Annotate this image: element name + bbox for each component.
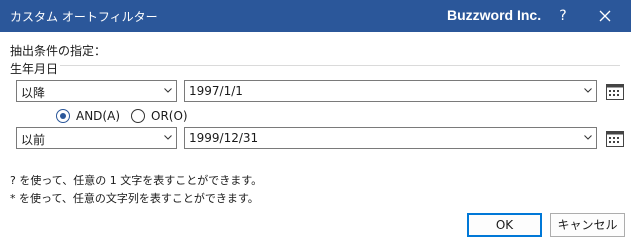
value1-text: 1997/1/1: [189, 84, 243, 98]
hint-multi-char: * を使って、任意の文字列を表すことができます。: [10, 192, 259, 205]
field-name-label: 生年月日: [10, 62, 59, 76]
close-button[interactable]: [590, 4, 620, 28]
chevron-down-icon: [164, 88, 172, 93]
or-radio[interactable]: [131, 109, 145, 123]
chevron-down-icon: [164, 135, 172, 140]
value2-combobox[interactable]: 1999/12/31: [184, 127, 597, 149]
value1-combobox[interactable]: 1997/1/1: [184, 80, 597, 102]
operator1-dropdown[interactable]: 以降: [16, 80, 177, 102]
or-label: OR(O): [151, 109, 188, 123]
criteria-heading: 抽出条件の指定：: [10, 44, 107, 58]
chevron-down-icon: [584, 135, 592, 140]
chevron-down-icon: [584, 88, 592, 93]
and-label: AND(A): [76, 109, 120, 123]
value2-text: 1999/12/31: [189, 131, 259, 145]
title-bar: カスタム オートフィルター Buzzword Inc. ?: [0, 0, 631, 32]
operator2-value: 以前: [21, 133, 46, 147]
hint-single-char: ? を使って、任意の 1 文字を表すことができます。: [10, 174, 263, 187]
close-icon: [599, 10, 611, 22]
calendar-icon[interactable]: [605, 81, 625, 101]
and-radio[interactable]: [56, 109, 70, 123]
help-button[interactable]: ?: [550, 4, 576, 28]
group-divider: [60, 65, 620, 66]
ok-button[interactable]: OK: [467, 213, 542, 237]
calendar-icon[interactable]: [605, 128, 625, 148]
cancel-button[interactable]: キャンセル: [550, 213, 625, 237]
operator2-dropdown[interactable]: 以前: [16, 127, 177, 149]
operator1-value: 以降: [21, 86, 46, 100]
brand-label: Buzzword Inc.: [447, 7, 542, 23]
window-title: カスタム オートフィルター: [10, 10, 158, 24]
